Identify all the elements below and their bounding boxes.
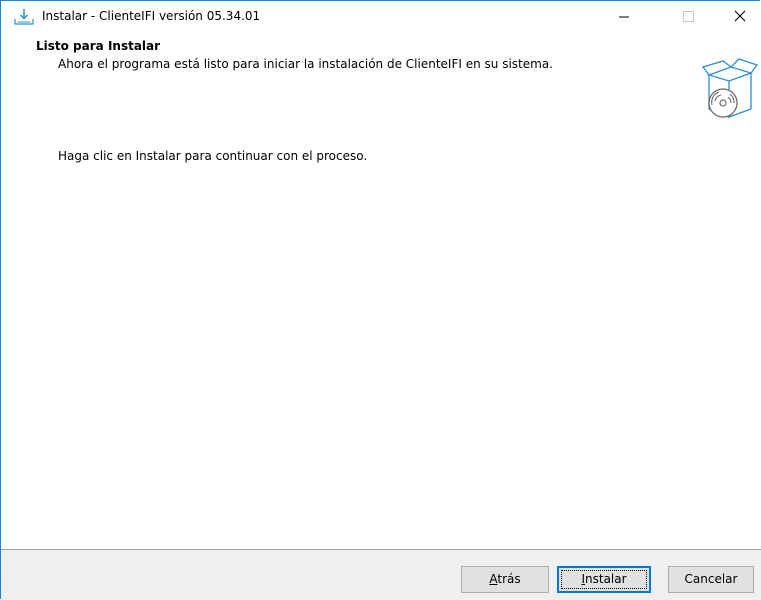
instruction-text: Haga clic en Instalar para continuar con…	[58, 149, 368, 163]
back-button[interactable]: Atrás	[461, 566, 549, 593]
title-bar[interactable]: Instalar - ClienteIFI versión 05.34.01	[1, 1, 761, 31]
close-button[interactable]	[717, 1, 761, 31]
focus-ring	[561, 570, 647, 589]
page-title: Listo para Instalar	[36, 39, 161, 53]
install-button[interactable]: Instalar	[557, 566, 651, 593]
maximize-button[interactable]	[665, 1, 711, 31]
installer-window: Instalar - ClienteIFI versión 05.34.01 L…	[0, 0, 761, 600]
install-download-icon	[14, 9, 34, 25]
box-with-disc-icon	[701, 58, 759, 118]
close-icon	[734, 10, 746, 22]
back-label: trás	[497, 572, 521, 586]
minimize-icon	[619, 16, 629, 18]
page-subtitle: Ahora el programa está listo para inicia…	[58, 57, 553, 71]
maximize-icon	[683, 11, 694, 22]
cancel-button[interactable]: Cancelar	[668, 566, 754, 593]
window-title: Instalar - ClienteIFI versión 05.34.01	[42, 9, 261, 23]
minimize-button[interactable]	[601, 1, 647, 31]
